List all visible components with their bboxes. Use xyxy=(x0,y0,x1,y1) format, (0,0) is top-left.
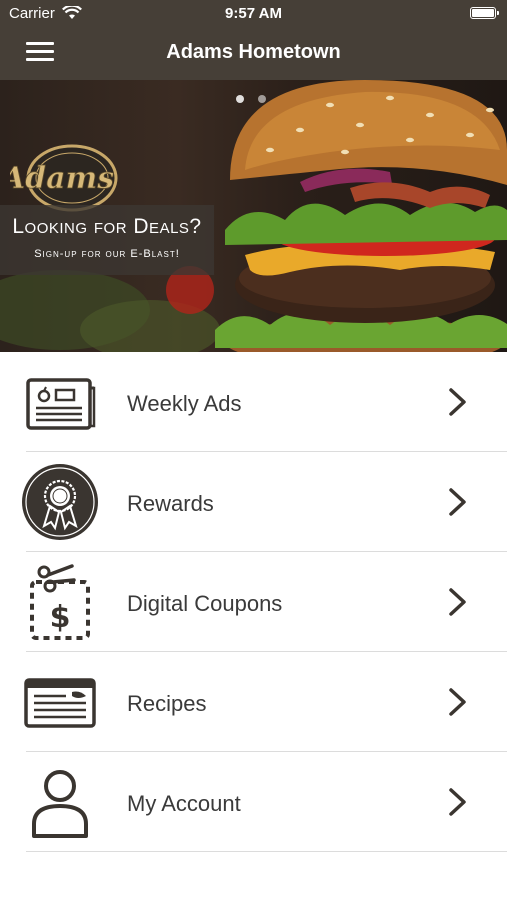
promo-headline: Looking for Deals? xyxy=(12,215,202,238)
battery-icon xyxy=(470,7,499,19)
menu-item-my-account[interactable]: My Account xyxy=(0,752,507,852)
chevron-right-icon xyxy=(449,688,466,716)
menu-item-digital-coupons[interactable]: $ Digital Coupons xyxy=(0,552,507,652)
chevron-right-icon xyxy=(449,488,466,516)
app-header: Carrier 9:57 AM Adams Hometown xyxy=(0,0,507,80)
newspaper-icon xyxy=(26,378,96,430)
menu-item-label: Rewards xyxy=(127,491,214,516)
menu-item-label: Recipes xyxy=(127,691,207,716)
promo-subline: Sign-up for our E-Blast! xyxy=(34,248,180,260)
carousel-dot[interactable] xyxy=(258,95,266,103)
nav-title: Adams Hometown xyxy=(166,41,341,63)
status-time: 9:57 AM xyxy=(225,5,282,22)
promo-box[interactable]: Looking for Deals? Sign-up for our E-Bla… xyxy=(0,205,214,275)
coupon-scissors-icon: $ xyxy=(30,564,90,640)
chevron-right-icon xyxy=(449,388,466,416)
menu-item-weekly-ads[interactable]: Weekly Ads xyxy=(0,352,507,452)
menu-item-label: My Account xyxy=(127,791,241,816)
recipe-card-icon xyxy=(24,678,96,728)
menu-item-label: Weekly Ads xyxy=(127,391,242,416)
carousel-dot[interactable] xyxy=(236,95,244,103)
promo-banner[interactable]: Adams Looking for Deals? Sign-up for our… xyxy=(0,80,507,352)
menu-item-rewards[interactable]: Rewards xyxy=(0,452,507,552)
svg-text:Adams: Adams xyxy=(10,161,114,196)
row-divider xyxy=(26,851,507,852)
svg-text:$: $ xyxy=(50,600,71,635)
carousel-dots[interactable] xyxy=(236,90,280,108)
rewards-badge-icon xyxy=(22,464,98,540)
menu-item-recipes[interactable]: Recipes xyxy=(0,652,507,752)
chevron-right-icon xyxy=(449,588,466,616)
menu-list: Weekly Ads Rewards $ Digital Coupons Rec… xyxy=(0,352,507,852)
menu-item-label: Digital Coupons xyxy=(127,591,283,616)
chevron-right-icon xyxy=(449,788,466,816)
user-icon xyxy=(32,770,88,838)
status-bar: Carrier 9:57 AM xyxy=(0,0,507,28)
